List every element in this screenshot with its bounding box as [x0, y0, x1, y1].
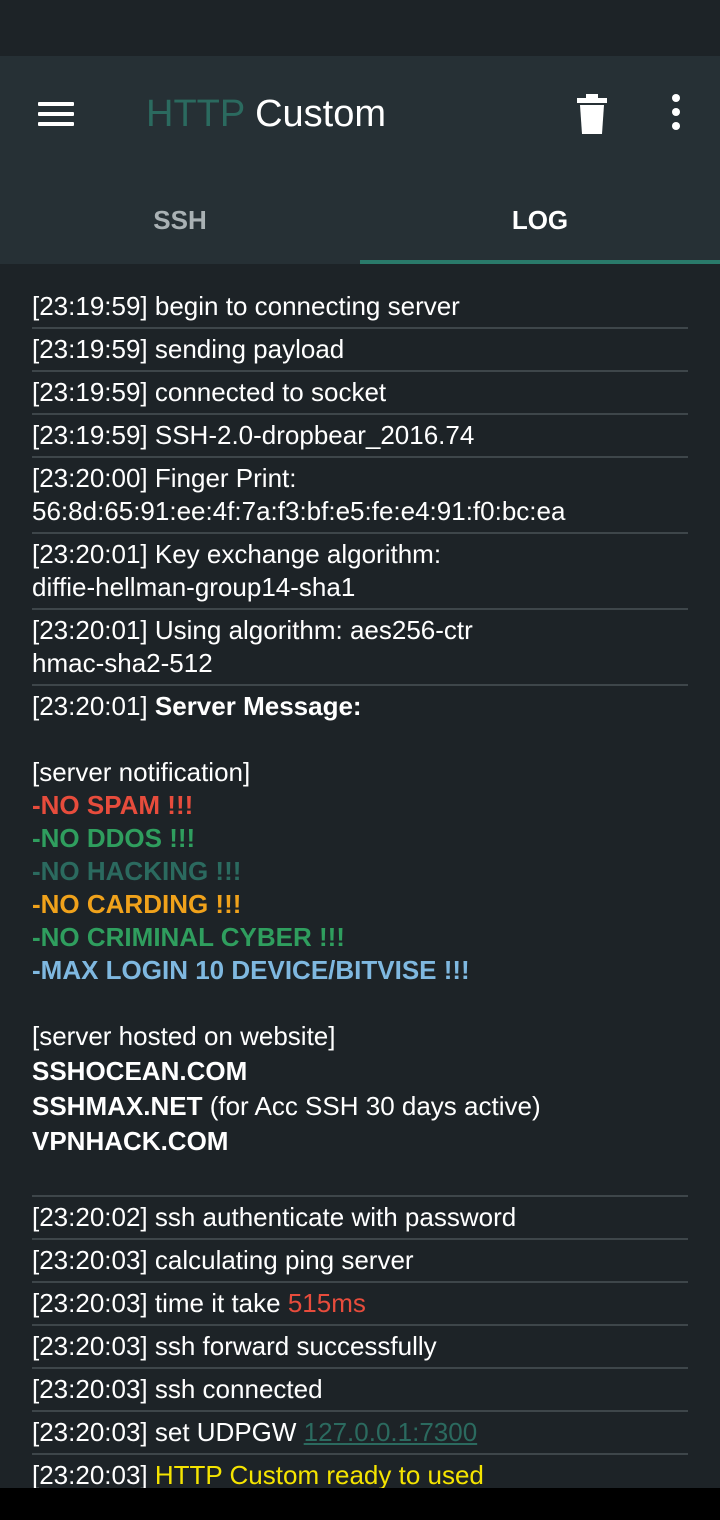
log-entry-server-message: [23:20:01] Server Message: [server notif…	[32, 688, 688, 1197]
ping-value: 515ms	[287, 1288, 366, 1318]
log-entry: [23:20:01] Using algorithm: aes256-ctr h…	[32, 612, 688, 686]
log-text: [23:19:59] sending payload	[32, 334, 345, 364]
log-text: [23:20:03] time it take	[32, 1288, 288, 1318]
log-time: [23:20:01]	[32, 691, 155, 721]
log-text: diffie-hellman-group14-sha1	[32, 572, 356, 602]
ready-message: HTTP Custom ready to used	[154, 1460, 484, 1490]
log-entry: [23:20:03] ssh connected	[32, 1371, 688, 1412]
navigation-bar	[0, 1488, 720, 1520]
log-list: [23:19:59] begin to connecting server [2…	[32, 286, 688, 1498]
log-text: [23:19:59] connected to socket	[32, 377, 387, 407]
log-text: [23:20:00] Finger Print:	[32, 463, 297, 493]
active-tab-indicator	[360, 260, 720, 264]
log-entry: [23:20:00] Finger Print: 56:8d:65:91:ee:…	[32, 460, 688, 534]
status-bar	[0, 0, 720, 56]
server-message-label: Server Message:	[154, 691, 362, 721]
rule-no-carding: -NO CARDING !!!	[32, 889, 242, 919]
log-entry: [23:19:59] begin to connecting server	[32, 286, 688, 329]
log-entry: [23:19:59] SSH-2.0-dropbear_2016.74	[32, 417, 688, 458]
log-entry: [23:19:59] connected to socket	[32, 374, 688, 415]
log-text: hmac-sha2-512	[32, 648, 213, 678]
log-entry: [23:20:02] ssh authenticate with passwor…	[32, 1199, 688, 1240]
log-text: [23:20:03] set UDPGW	[32, 1417, 304, 1447]
log-time: [23:20:03]	[32, 1460, 155, 1490]
log-entry: [23:20:03] set UDPGW 127.0.0.1:7300	[32, 1414, 688, 1455]
log-entry: [23:20:03] ssh forward successfully	[32, 1328, 688, 1369]
log-text: [23:20:01] Key exchange algorithm:	[32, 539, 442, 569]
tab-log[interactable]: LOG	[360, 176, 720, 264]
log-text-fingerprint: 56:8d:65:91:ee:4f:7a:f3:bf:e5:fe:e4:91:f…	[32, 496, 566, 526]
log-text: [23:20:03] ssh forward successfully	[32, 1331, 437, 1361]
rule-max-login: -MAX LOGIN 10 DEVICE/BITVISE !!!	[32, 955, 470, 985]
notification-header: [server notification]	[32, 757, 251, 787]
app-title-custom: Custom	[255, 93, 387, 135]
app-bar: HTTP Custom SSH LOG	[0, 56, 720, 264]
log-text: [23:20:03] ssh connected	[32, 1374, 323, 1404]
log-entry: [23:20:01] Key exchange algorithm: diffi…	[32, 536, 688, 610]
tab-ssh[interactable]: SSH	[0, 176, 360, 264]
site-sshmax: SSHMAX.NET	[32, 1091, 203, 1121]
site-sshmax-note: (for Acc SSH 30 days active)	[202, 1091, 541, 1121]
rule-no-hacking: -NO HACKING !!!	[32, 856, 242, 886]
log-text: [23:20:01] Using algorithm: aes256-ctr	[32, 615, 473, 645]
log-entry: [23:20:03] calculating ping server	[32, 1242, 688, 1283]
hosted-header: [server hosted on website]	[32, 1021, 336, 1051]
log-text: [23:20:02] ssh authenticate with passwor…	[32, 1202, 517, 1232]
site-vpnhack: VPNHACK.COM	[32, 1126, 229, 1156]
rule-no-criminal-cyber: -NO CRIMINAL CYBER !!!	[32, 922, 345, 952]
hamburger-menu-icon[interactable]	[36, 98, 76, 130]
app-title-http: HTTP	[146, 93, 245, 135]
rule-no-spam: -NO SPAM !!!	[32, 790, 194, 820]
udpgw-link[interactable]: 127.0.0.1:7300	[304, 1417, 478, 1447]
log-text: [23:19:59] SSH-2.0-dropbear_2016.74	[32, 420, 475, 450]
more-vert-icon[interactable]	[662, 92, 690, 136]
log-text: [23:19:59] begin to connecting server	[32, 291, 460, 321]
log-entry: [23:19:59] sending payload	[32, 331, 688, 372]
trash-icon[interactable]	[572, 92, 612, 136]
rule-no-ddos: -NO DDOS !!!	[32, 823, 196, 853]
log-entry: [23:20:03] time it take 515ms	[32, 1285, 688, 1326]
log-text: [23:20:03] calculating ping server	[32, 1245, 414, 1275]
site-sshocean: SSHOCEAN.COM	[32, 1056, 248, 1086]
app-title: HTTP Custom	[146, 90, 386, 138]
